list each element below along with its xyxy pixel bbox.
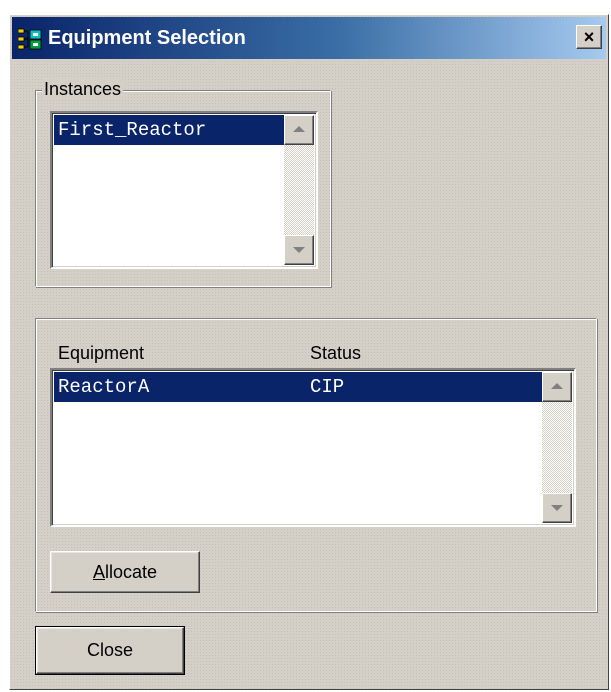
close-window-button[interactable]: × (576, 25, 602, 49)
scroll-up-button[interactable] (284, 115, 314, 145)
up-arrow-icon (293, 126, 305, 132)
equipment-selection-dialog: Equipment Selection × Instances First_Re… (9, 14, 609, 690)
scroll-down-button[interactable] (542, 493, 572, 523)
equipment-listbox[interactable]: ReactorA CIP (50, 368, 576, 527)
down-arrow-icon (551, 505, 563, 511)
close-icon: × (583, 27, 595, 47)
equipment-scrollbar[interactable] (542, 372, 572, 523)
allocate-button[interactable]: Allocate (50, 551, 200, 593)
window-title: Equipment Selection (48, 27, 246, 49)
equipment-column-header: Equipment (58, 343, 145, 363)
instances-group: Instances First_Reactor (35, 79, 331, 287)
scroll-up-button[interactable] (542, 372, 572, 402)
scroll-down-button[interactable] (284, 235, 314, 265)
status-cell: CIP (310, 376, 345, 398)
down-arrow-icon (293, 247, 305, 253)
close-button-label: Close (86, 640, 134, 660)
instances-listbox[interactable]: First_Reactor (50, 111, 318, 269)
close-button[interactable]: Close (35, 626, 185, 675)
instances-group-label: Instances (42, 79, 124, 100)
equipment-group: Equipment Status ReactorA CIP Allocate (35, 318, 597, 612)
allocate-button-label: Allocate (92, 562, 158, 582)
title-bar[interactable]: Equipment Selection × (12, 17, 606, 59)
status-column-header: Status (310, 343, 362, 363)
equipment-cell: ReactorA (58, 376, 150, 398)
equipment-app-icon (17, 28, 42, 50)
up-arrow-icon (551, 383, 563, 389)
table-row[interactable]: ReactorA CIP (54, 372, 542, 402)
instances-scrollbar[interactable] (284, 115, 314, 265)
instance-name: First_Reactor (58, 119, 207, 141)
list-item[interactable]: First_Reactor (54, 115, 284, 145)
